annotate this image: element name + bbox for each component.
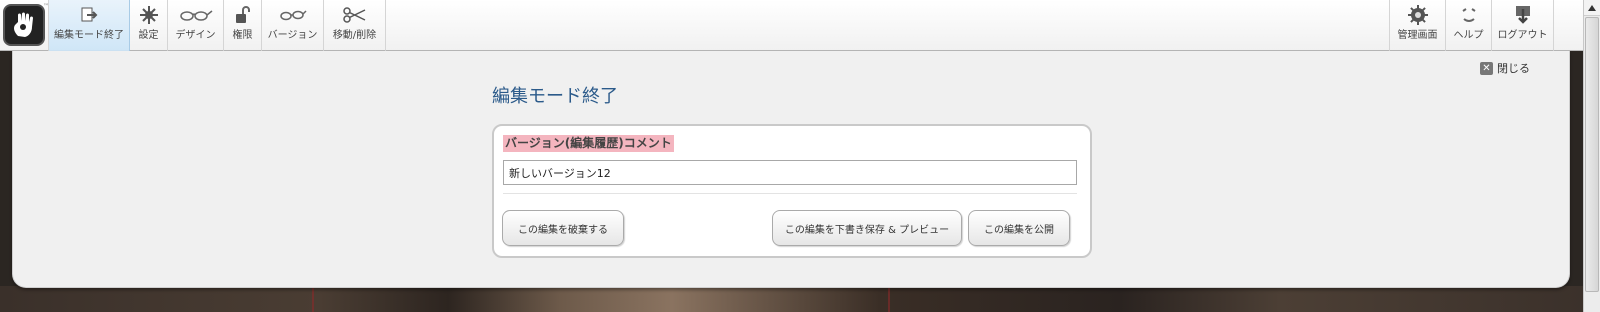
close-icon: ✕	[1480, 61, 1493, 75]
hand-logo-icon	[14, 12, 33, 37]
toolbar-label: 編集モード終了	[54, 30, 124, 41]
scissors-icon	[342, 0, 367, 30]
discard-edit-button[interactable]: この編集を破棄する	[502, 210, 624, 246]
toolbar-label: バージョン	[267, 30, 318, 41]
toolbar-settings[interactable]: 設定	[130, 0, 168, 51]
gear-icon	[139, 0, 159, 30]
close-button[interactable]: ✕ 閉じる	[1480, 60, 1530, 76]
toolbar-exit-edit-mode[interactable]: 編集モード終了	[48, 0, 130, 51]
toolbar-design[interactable]: デザイン	[168, 0, 224, 51]
glasses-icon	[179, 0, 213, 30]
version-comment-input[interactable]	[503, 160, 1077, 185]
concrete-logo[interactable]	[3, 4, 45, 46]
page-title: 編集モード終了	[492, 86, 618, 107]
version-comment-form: バージョン(編集履歴)コメント この編集を破棄する この編集を下書き保存 & プ…	[492, 124, 1092, 258]
toolbar-label: ログアウト	[1497, 30, 1548, 41]
toolbar-logout[interactable]: ログアウト	[1492, 0, 1554, 51]
background-divider	[312, 286, 314, 312]
dashboard-gear-icon	[1407, 0, 1429, 30]
toolbar-permissions[interactable]: 権限	[224, 0, 262, 51]
toolbar-dashboard[interactable]: 管理画面	[1389, 0, 1446, 51]
logout-icon	[1514, 0, 1532, 30]
form-divider	[503, 193, 1077, 194]
lock-icon	[235, 0, 251, 30]
background-photo	[0, 286, 1600, 312]
edit-toolbar: ™ 編集モード終了 設定 デザイン 権限 バージョン 移動/削除 管理画面 ヘル…	[0, 0, 1583, 51]
scroll-up-arrow-icon[interactable]	[1584, 0, 1600, 16]
vertical-scrollbar[interactable]	[1583, 0, 1600, 312]
toolbar-move-delete[interactable]: 移動/削除	[324, 0, 386, 51]
scrollbar-thumb[interactable]	[1585, 17, 1599, 292]
close-label: 閉じる	[1497, 62, 1530, 75]
toolbar-versions[interactable]: バージョン	[262, 0, 324, 51]
version-comment-label: バージョン(編集履歴)コメント	[503, 135, 674, 152]
toolbar-label: 権限	[232, 30, 253, 41]
toolbar-label: 設定	[138, 30, 159, 41]
toolbar-label: 管理画面	[1397, 30, 1438, 41]
exit-edit-icon	[80, 0, 98, 30]
publish-edit-button[interactable]: この編集を公開	[968, 210, 1070, 246]
versions-icon	[279, 0, 307, 30]
help-icon	[1459, 0, 1479, 30]
toolbar-label: ヘルプ	[1453, 30, 1484, 41]
toolbar-help[interactable]: ヘルプ	[1446, 0, 1492, 51]
background-divider	[888, 286, 890, 312]
toolbar-label: 移動/削除	[332, 30, 377, 41]
toolbar-label: デザイン	[175, 30, 216, 41]
save-draft-preview-button[interactable]: この編集を下書き保存 & プレビュー	[772, 210, 962, 246]
